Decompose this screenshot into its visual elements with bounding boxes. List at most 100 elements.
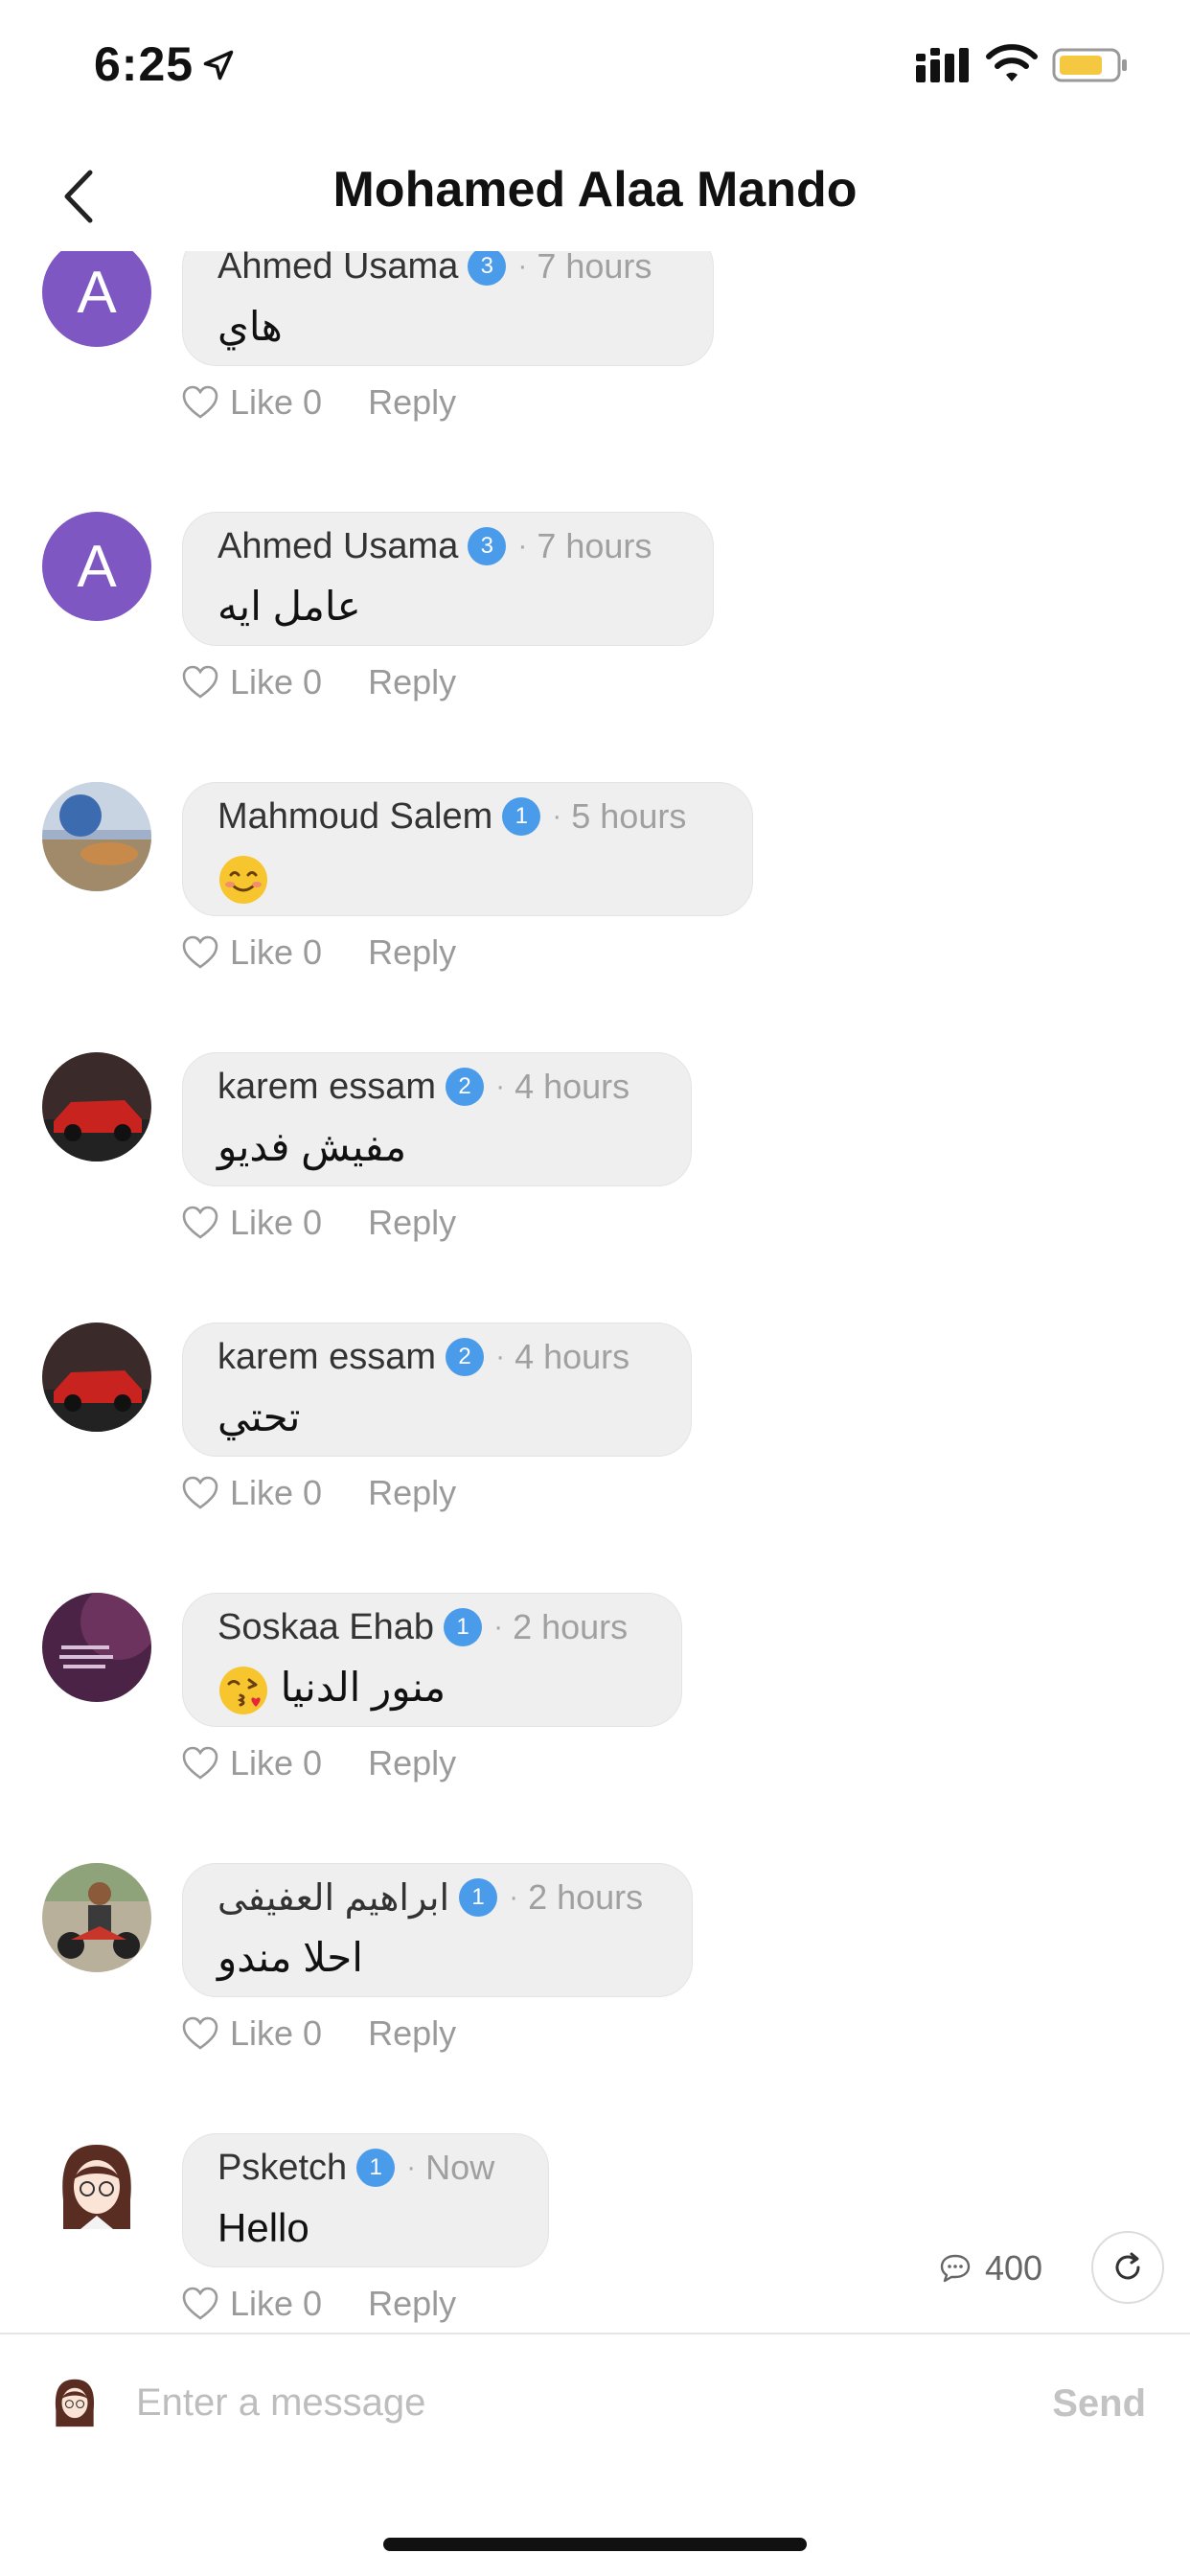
comment-bubble: Ahmed Usama 3 · 7 hours عامل ايه xyxy=(182,512,714,646)
like-button[interactable]: Like 0 xyxy=(182,2013,322,2054)
like-label: Like xyxy=(230,662,294,702)
separator-dot: · xyxy=(493,1611,504,1643)
comment-item: Psketch 1 · Now Hello Like 0 Reply xyxy=(0,2133,1190,2331)
send-button[interactable]: Send xyxy=(1052,2382,1146,2426)
comment-time: 7 hours xyxy=(537,526,652,565)
reply-button[interactable]: Reply xyxy=(368,932,456,973)
heart-icon xyxy=(182,1476,218,1509)
reply-button[interactable]: Reply xyxy=(368,382,456,423)
like-label: Like xyxy=(230,1473,294,1512)
avatar[interactable]: A xyxy=(42,512,151,621)
comment-item: A Ahmed Usama 3 · 7 hours عامل ايه Like … xyxy=(0,512,1190,782)
like-button[interactable]: Like 0 xyxy=(182,932,322,973)
refresh-button[interactable] xyxy=(1091,2231,1164,2304)
like-button[interactable]: Like 0 xyxy=(182,662,322,702)
separator-dot: · xyxy=(495,1070,506,1102)
comment-time: 2 hours xyxy=(528,1877,644,1917)
reply-button[interactable]: Reply xyxy=(368,2284,456,2324)
comment-author[interactable]: Ahmed Usama xyxy=(217,251,458,288)
comment-actions: Like 0 Reply xyxy=(182,1735,456,1792)
comment-bubble: ابراهيم العفيفى 1 · 2 hours احلا مندو xyxy=(182,1863,693,1997)
comment-bubble-icon xyxy=(940,2254,971,2283)
user-avatar[interactable] xyxy=(44,2373,105,2434)
comment-text: عامل ايه xyxy=(217,584,361,629)
comment-text: احلا مندو xyxy=(217,1935,363,1980)
reply-button[interactable]: Reply xyxy=(368,662,456,702)
comment-author[interactable]: Psketch xyxy=(217,2148,347,2189)
message-composer: Send xyxy=(0,2333,1190,2478)
level-badge: 1 xyxy=(444,1608,483,1646)
reply-button[interactable]: Reply xyxy=(368,2013,456,2054)
like-count: 0 xyxy=(303,2284,323,2323)
heart-icon xyxy=(182,935,218,969)
comment-text xyxy=(217,846,718,908)
comment-time: 5 hours xyxy=(571,796,687,836)
refresh-icon xyxy=(1115,2252,1140,2280)
avatar[interactable] xyxy=(42,1322,151,1432)
comment-item: karem essam 2 · 4 hours مفيش فديو Like 0… xyxy=(0,1052,1190,1322)
like-button[interactable]: Like 0 xyxy=(182,1473,322,1513)
reply-button[interactable]: Reply xyxy=(368,1473,456,1513)
like-button[interactable]: Like 0 xyxy=(182,1743,322,1783)
comment-actions: Like 0 Reply xyxy=(182,1464,456,1522)
heart-icon xyxy=(182,2287,218,2320)
avatar[interactable] xyxy=(42,782,151,891)
avatar-photo xyxy=(42,1593,151,1702)
location-arrow-icon xyxy=(203,50,234,80)
comment-text: مفيش فديو xyxy=(217,1124,407,1169)
separator-dot: · xyxy=(552,800,562,832)
comment-time: 4 hours xyxy=(515,1067,630,1106)
like-count: 0 xyxy=(303,382,323,422)
reply-button[interactable]: Reply xyxy=(368,1203,456,1243)
comment-author[interactable]: Soskaa Ehab xyxy=(217,1607,434,1648)
like-button[interactable]: Like 0 xyxy=(182,2284,322,2324)
comment-bubble: karem essam 2 · 4 hours تحتي xyxy=(182,1322,692,1457)
separator-dot: · xyxy=(406,2151,417,2183)
avatar[interactable] xyxy=(42,1052,151,1162)
comment-author[interactable]: karem essam xyxy=(217,1337,436,1378)
level-badge: 1 xyxy=(502,797,541,836)
comment-item: A Ahmed Usama 3 · 7 hours هاي Like 0 Rep… xyxy=(0,251,1190,502)
heart-icon xyxy=(182,385,218,419)
comment-bubble: Psketch 1 · Now Hello xyxy=(182,2133,549,2267)
comment-actions: Like 0 Reply xyxy=(182,1194,456,1252)
comment-time: 7 hours xyxy=(537,251,652,286)
page-title: Mohamed Alaa Mando xyxy=(332,162,858,218)
heart-icon xyxy=(182,665,218,699)
avatar-photo xyxy=(42,2133,151,2242)
comment-bubble: Soskaa Ehab 1 · 2 hours منور الدنيا xyxy=(182,1593,682,1727)
like-count: 0 xyxy=(303,2013,323,2053)
avatar[interactable] xyxy=(42,1593,151,1702)
like-button[interactable]: Like 0 xyxy=(182,1203,322,1243)
separator-dot: · xyxy=(509,1881,519,1913)
like-count: 0 xyxy=(303,1473,323,1512)
comment-text: منور الدنيا xyxy=(217,1657,647,1718)
message-input[interactable] xyxy=(134,2363,1000,2442)
like-label: Like xyxy=(230,382,294,422)
wifi-icon xyxy=(986,44,1038,81)
comment-author[interactable]: Ahmed Usama xyxy=(217,526,458,567)
comment-actions: Like 0 Reply xyxy=(182,374,456,431)
comment-count-value: 400 xyxy=(985,2248,1043,2288)
home-indicator[interactable] xyxy=(383,2538,807,2551)
signal-icon xyxy=(916,48,969,82)
comment-actions: Like 0 Reply xyxy=(182,654,456,711)
comment-author[interactable]: ابراهيم العفيفى xyxy=(217,1876,449,1920)
comment-list[interactable]: A Ahmed Usama 3 · 7 hours هاي Like 0 Rep… xyxy=(0,251,1190,2331)
like-count: 0 xyxy=(303,662,323,702)
avatar[interactable]: A xyxy=(42,251,151,347)
level-badge: 3 xyxy=(468,527,507,565)
reply-button[interactable]: Reply xyxy=(368,1743,456,1783)
comment-actions: Like 0 Reply xyxy=(182,924,456,981)
comment-author[interactable]: karem essam xyxy=(217,1067,436,1108)
like-label: Like xyxy=(230,932,294,972)
comment-item: Soskaa Ehab 1 · 2 hours منور الدنيا Like xyxy=(0,1593,1190,1863)
avatar[interactable] xyxy=(42,1863,151,1972)
like-button[interactable]: Like 0 xyxy=(182,382,322,423)
avatar[interactable] xyxy=(42,2133,151,2242)
comment-author[interactable]: Mahmoud Salem xyxy=(217,796,492,838)
heart-icon xyxy=(182,1746,218,1780)
smiling-face-emoji xyxy=(219,855,267,904)
avatar-photo xyxy=(42,782,151,891)
level-badge: 2 xyxy=(446,1068,485,1106)
